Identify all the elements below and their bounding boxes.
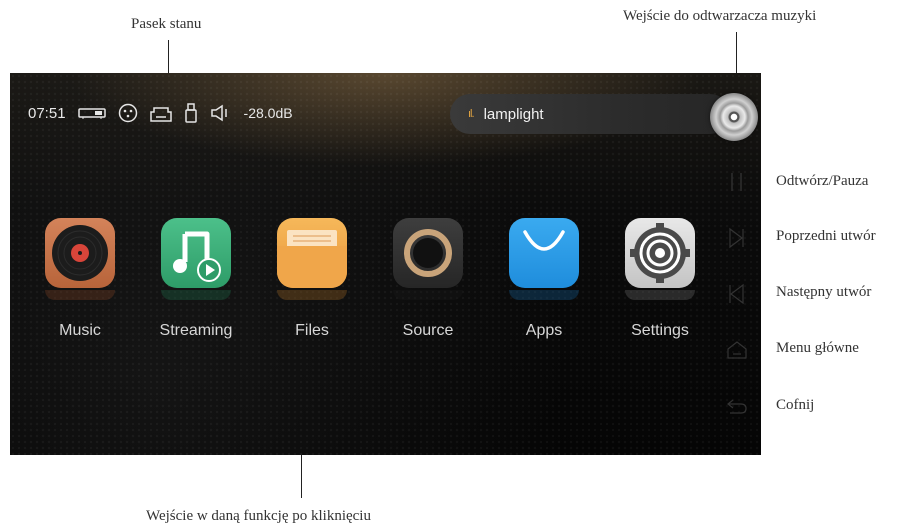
back-arrow-icon <box>727 399 747 414</box>
function-entry-annotation: Wejście w daną funkcję po kliknięciu <box>146 508 371 524</box>
vinyl-icon <box>45 218 115 288</box>
coaxial-icon <box>118 103 138 123</box>
app-apps[interactable]: Apps <box>504 218 584 340</box>
app-streaming[interactable]: Streaming <box>156 218 236 340</box>
previous-track-annotation: Poprzedni utwór <box>776 228 876 244</box>
back-button[interactable] <box>722 394 752 423</box>
status-time: 07:51 <box>28 104 66 122</box>
app-settings[interactable]: Settings <box>620 218 700 340</box>
now-playing-title: lamplight <box>483 105 544 123</box>
next-track-button[interactable] <box>722 282 752 311</box>
home-icon <box>727 341 747 359</box>
status-bar: 07:51 -28.0dB <box>28 102 293 124</box>
app-files[interactable]: Files <box>272 218 352 340</box>
play-pause-button[interactable] <box>722 170 752 199</box>
usb-icon <box>184 103 198 123</box>
speaker-icon <box>210 104 232 122</box>
pause-icon <box>731 173 742 191</box>
gear-icon <box>625 218 695 288</box>
back-annotation: Cofnij <box>776 397 815 413</box>
ring-icon <box>393 218 463 288</box>
app-grid: Music Streaming Files Source Apps Settin… <box>40 218 700 340</box>
previous-track-button[interactable] <box>722 226 752 255</box>
next-track-annotation: Następny utwór <box>776 284 872 300</box>
app-label-settings: Settings <box>631 322 689 339</box>
dac-icon <box>77 106 106 120</box>
app-music[interactable]: Music <box>40 218 120 340</box>
play-pause-annotation: Odtwórz/Pauza <box>776 173 869 189</box>
bag-icon <box>509 218 579 288</box>
volume-level: -28.0dB <box>243 105 293 121</box>
app-source[interactable]: Source <box>388 218 468 340</box>
device-screen: 07:51 -28.0dB ıl. lamplight Music Stream… <box>10 73 761 455</box>
main-menu-annotation: Menu główne <box>776 340 859 356</box>
folder-icon <box>277 218 347 288</box>
network-icon <box>149 104 172 122</box>
streaming-note-icon <box>161 218 231 288</box>
status-bar-annotation: Pasek stanu <box>131 16 202 32</box>
music-player-disc-icon[interactable] <box>710 93 758 141</box>
skip-next-icon <box>729 227 744 249</box>
app-label-music: Music <box>59 322 101 339</box>
skip-previous-icon <box>729 283 744 305</box>
app-label-apps: Apps <box>525 322 563 339</box>
music-player-annotation: Wejście do odtwarzacza muzyki <box>623 8 817 24</box>
app-label-streaming: Streaming <box>159 322 233 339</box>
now-playing-bar[interactable]: ıl. lamplight <box>450 94 730 134</box>
app-label-files: Files <box>295 322 329 339</box>
audio-level-icon: ıl. <box>468 108 474 120</box>
app-label-source: Source <box>402 322 454 339</box>
main-menu-button[interactable] <box>722 338 752 367</box>
